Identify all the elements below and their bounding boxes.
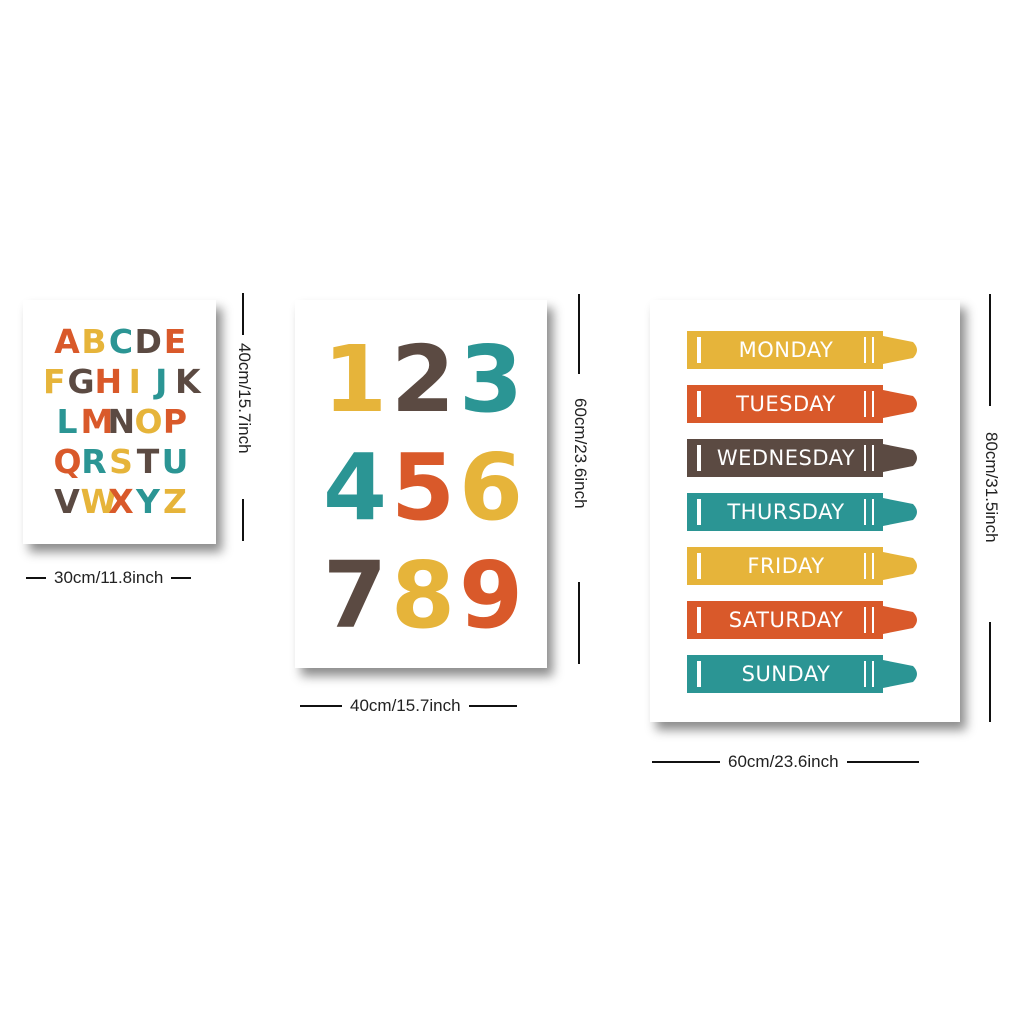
crayon-day-label: THURSDAY [727,500,845,524]
alphabet-letter: L [56,402,78,441]
alphabet-letter: O [134,402,163,441]
days-width-dimension: 60cm/23.6inch [652,752,957,772]
days-height-label: 80cm/31.5inch [982,432,1001,543]
alphabet-letter: P [162,402,188,441]
crayon-sunday: SUNDAY [687,655,922,693]
number-digit: 1 [323,326,388,433]
days-height-dimension: 80cm/31.5inch [982,294,1001,722]
alphabet-letter: U [161,442,189,481]
crayon-thursday: THURSDAY [687,493,922,531]
dimension-line [989,294,991,406]
number-digit: 5 [391,434,456,541]
alphabet-letter: Y [136,482,160,521]
number-digit: 2 [391,326,456,433]
alphabet-letter: G [67,362,95,401]
alphabet-letter: A [54,322,80,361]
number-digit: 8 [391,542,456,649]
crayon-tip [883,498,917,526]
crayon-tip [883,390,917,418]
number-row: 123 [323,330,523,438]
crayon-day-label: MONDAY [738,338,834,362]
alphabet-letter: T [136,442,160,481]
dimension-line [300,705,342,707]
crayon-saturday: SATURDAY [687,601,922,639]
letter-row: VWXYZ [41,482,201,522]
alphabet-letter: I [128,362,141,401]
number-row: 789 [323,546,523,654]
alphabet-letter: E [163,322,187,361]
numbers-height-dimension: 60cm/23.6inch [571,294,590,664]
dimension-line [468,705,517,707]
number-digit: 7 [323,542,388,649]
dimension-line [578,582,580,664]
dimension-line [846,761,919,763]
dimension-line [989,622,991,722]
crayon-wednesday: WEDNESDAY [687,439,922,477]
number-row: 456 [323,438,523,546]
crayon-tip [883,660,917,688]
alphabet-letter: F [42,362,66,401]
alphabet-letter: X [108,482,134,521]
alphabet-letter: N [107,402,136,441]
numbers-grid: 123456789 [323,330,523,654]
alphabet-height-label: 40cm/15.7inch [235,343,254,454]
alphabet-width-dimension: 30cm/11.8inch [26,568,216,588]
numbers-width-label: 40cm/15.7inch [350,696,461,715]
alphabet-letter: D [134,322,162,361]
number-digit: 3 [459,326,524,433]
crayon-monday: MONDAY [687,331,922,369]
crayon-day-label: SATURDAY [728,608,844,632]
alphabet-letter: C [108,322,134,361]
crayon-tuesday: TUESDAY [687,385,922,423]
alphabet-letter: Q [53,442,82,481]
dimension-line [652,761,720,763]
crayon-friday: FRIDAY [687,547,922,585]
crayon-day-label: TUESDAY [736,392,836,416]
alphabet-letter: K [174,362,201,401]
days-of-week-poster: MONDAY TUESDAY WEDNESDAY THURSDAY FRIDAY SATU… [650,300,960,722]
alphabet-letter: B [81,322,107,361]
alphabet-height-dimension: 40cm/15.7inch [235,293,254,541]
alphabet-letter: W [80,482,117,521]
alphabet-letter: Z [163,482,187,521]
alphabet-poster: ABCDEFGHIJKLMNOPQRSTUVWXYZ [23,300,216,544]
alphabet-letter: S [109,442,133,481]
numbers-width-dimension: 40cm/15.7inch [300,696,550,716]
dimension-line [242,499,244,541]
letter-row: FGHIJK [41,362,201,402]
alphabet-width-label: 30cm/11.8inch [54,568,164,587]
crayon-tip [883,336,917,364]
dimension-line [578,294,580,374]
number-digit: 6 [459,434,524,541]
alphabet-letter: V [54,482,80,521]
alphabet-letter: H [94,362,123,401]
days-width-label: 60cm/23.6inch [728,752,839,771]
number-digit: 9 [459,542,524,649]
alphabet-grid: ABCDEFGHIJKLMNOPQRSTUVWXYZ [41,322,201,522]
dimension-line [26,577,46,579]
dimension-line [171,577,192,579]
crayon-day-label: SUNDAY [741,662,831,686]
alphabet-letter: M [80,402,114,441]
crayon-day-label: WEDNESDAY [716,446,856,470]
dimension-line [242,293,244,335]
number-digit: 4 [323,434,388,541]
alphabet-letter: J [155,362,168,401]
letter-row: LMNOP [41,402,201,442]
crayon-tip [883,444,917,472]
numbers-height-label: 60cm/23.6inch [571,398,590,509]
letter-row: ABCDE [41,322,201,362]
crayon-tip [883,606,917,634]
alphabet-letter: R [81,442,107,481]
crayon-tip [883,552,917,580]
letter-row: QRSTU [41,442,201,482]
numbers-poster: 123456789 [295,300,547,668]
crayon-day-label: FRIDAY [747,554,825,578]
